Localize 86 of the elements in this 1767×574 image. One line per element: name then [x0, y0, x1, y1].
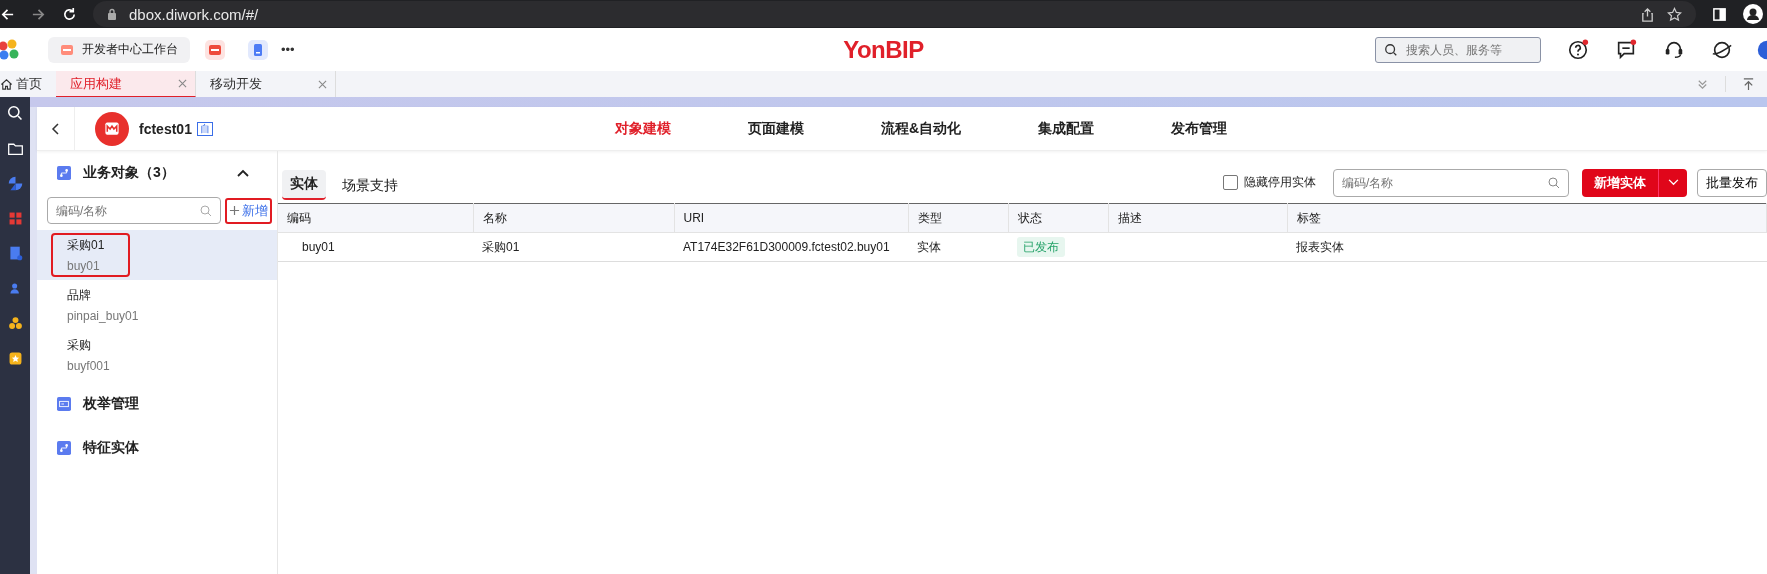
- column-header[interactable]: 类型: [908, 203, 1008, 233]
- object-code: pinpai_buy01: [67, 309, 139, 323]
- object-code: buyf001: [67, 359, 110, 373]
- plus-icon: [229, 205, 240, 216]
- workbench-tab[interactable]: 开发者中心工作台: [48, 36, 190, 63]
- object-name: 品牌: [67, 287, 92, 304]
- table-cell: buy01: [278, 232, 473, 262]
- group-title[interactable]: 特征实体: [83, 439, 139, 457]
- batch-publish-button[interactable]: 批量发布: [1697, 168, 1767, 197]
- dropdown-button[interactable]: [1659, 168, 1687, 197]
- object-code: buy01: [67, 259, 101, 273]
- link-icon: [57, 166, 71, 180]
- nav-tab[interactable]: 对象建模: [614, 119, 671, 138]
- pinwheel-icon[interactable]: [6, 175, 24, 192]
- app-name: fctest01: [139, 120, 192, 137]
- object-list-item[interactable]: 品牌 pinpai_buy01: [37, 280, 277, 330]
- more-button[interactable]: •••: [281, 42, 295, 57]
- sidebar-icon[interactable]: [1712, 6, 1727, 22]
- group-title[interactable]: 枚举管理: [83, 395, 139, 413]
- search-icon[interactable]: [6, 105, 24, 122]
- page-tab[interactable]: 应用构建: [56, 71, 196, 97]
- chevron-down-icon: [1667, 179, 1679, 186]
- share-icon[interactable]: [1640, 6, 1655, 22]
- group-title[interactable]: 业务对象（3）: [83, 164, 175, 182]
- close-icon[interactable]: [318, 79, 327, 89]
- tab-label: 移动开发: [210, 75, 262, 93]
- search-field[interactable]: 编码/名称: [1333, 168, 1569, 197]
- content-tab[interactable]: 实体: [282, 170, 326, 200]
- search-icon: [1384, 42, 1398, 57]
- brand-logo: YonBIP: [843, 35, 924, 64]
- chevron-up-icon[interactable]: [236, 168, 250, 178]
- circles-icon[interactable]: [6, 315, 24, 332]
- profile-icon[interactable]: [1743, 4, 1763, 24]
- url-text: dbox.diwork.com/#/: [129, 5, 259, 23]
- app-type-badge: 自: [196, 121, 213, 136]
- object-name: 采购01: [67, 237, 105, 254]
- add-button[interactable]: 新增: [225, 197, 272, 224]
- object-name: 采购: [67, 337, 92, 354]
- object-list-item[interactable]: 采购01 buy01: [37, 230, 277, 280]
- upload-icon[interactable]: [1742, 77, 1755, 91]
- tab-label: 应用构建: [70, 74, 122, 93]
- avatar-icon[interactable]: [1757, 38, 1767, 61]
- column-header[interactable]: 描述: [1108, 203, 1287, 233]
- app-avatar-icon: [95, 111, 129, 146]
- search-field[interactable]: 编码/名称: [47, 197, 221, 224]
- global-search-field[interactable]: 搜索人员、服务等: [1375, 36, 1541, 63]
- app-logo-icon[interactable]: [0, 38, 20, 61]
- checkbox-label: 隐藏停用实体: [1244, 174, 1316, 191]
- link-icon: [57, 441, 71, 455]
- search-icon: [1548, 176, 1560, 189]
- window-icon: [208, 42, 222, 57]
- column-header[interactable]: 标签: [1287, 203, 1767, 233]
- nav-tab[interactable]: 发布管理: [1171, 119, 1228, 138]
- column-header[interactable]: URI: [674, 203, 908, 233]
- nav-tab[interactable]: 页面建模: [747, 119, 804, 138]
- home-icon: [0, 77, 13, 91]
- object-list-item[interactable]: 采购 buyf001: [37, 330, 277, 380]
- app-tab[interactable]: [248, 39, 268, 60]
- window-icon: [60, 42, 74, 57]
- home-tab[interactable]: 首页: [0, 71, 56, 97]
- column-header[interactable]: 名称: [473, 203, 674, 233]
- lock-icon: [107, 8, 117, 20]
- message-icon[interactable]: [1615, 38, 1637, 61]
- document-icon: [251, 42, 265, 57]
- search-icon: [200, 204, 212, 217]
- tab-label: 首页: [16, 75, 42, 93]
- table-cell: AT174E32F61D300009.fctest02.buy01: [674, 232, 908, 262]
- reload-icon[interactable]: [62, 6, 77, 22]
- table-cell: 采购01: [473, 232, 674, 262]
- chevron-left-icon: [50, 121, 61, 136]
- app-tab[interactable]: [205, 39, 225, 60]
- table-cell: 报表实体: [1287, 232, 1767, 262]
- column-header[interactable]: 编码: [278, 203, 473, 233]
- star-icon[interactable]: [1667, 6, 1682, 22]
- checkbox[interactable]: [1223, 175, 1238, 190]
- nav-tab[interactable]: 集成配置: [1038, 119, 1095, 138]
- card-icon: [57, 397, 71, 411]
- help-icon[interactable]: [1567, 38, 1589, 61]
- status-tag: 已发布: [1017, 236, 1065, 257]
- content-tab[interactable]: 场景支持: [334, 172, 406, 200]
- close-icon[interactable]: [178, 79, 187, 88]
- address-bar[interactable]: dbox.diwork.com/#/: [93, 1, 1696, 27]
- add-entity-button[interactable]: 新增实体: [1582, 168, 1659, 197]
- column-header[interactable]: 状态: [1008, 203, 1108, 233]
- table-cell: 实体: [908, 232, 1008, 262]
- nav-tab[interactable]: 流程&自动化: [880, 119, 962, 138]
